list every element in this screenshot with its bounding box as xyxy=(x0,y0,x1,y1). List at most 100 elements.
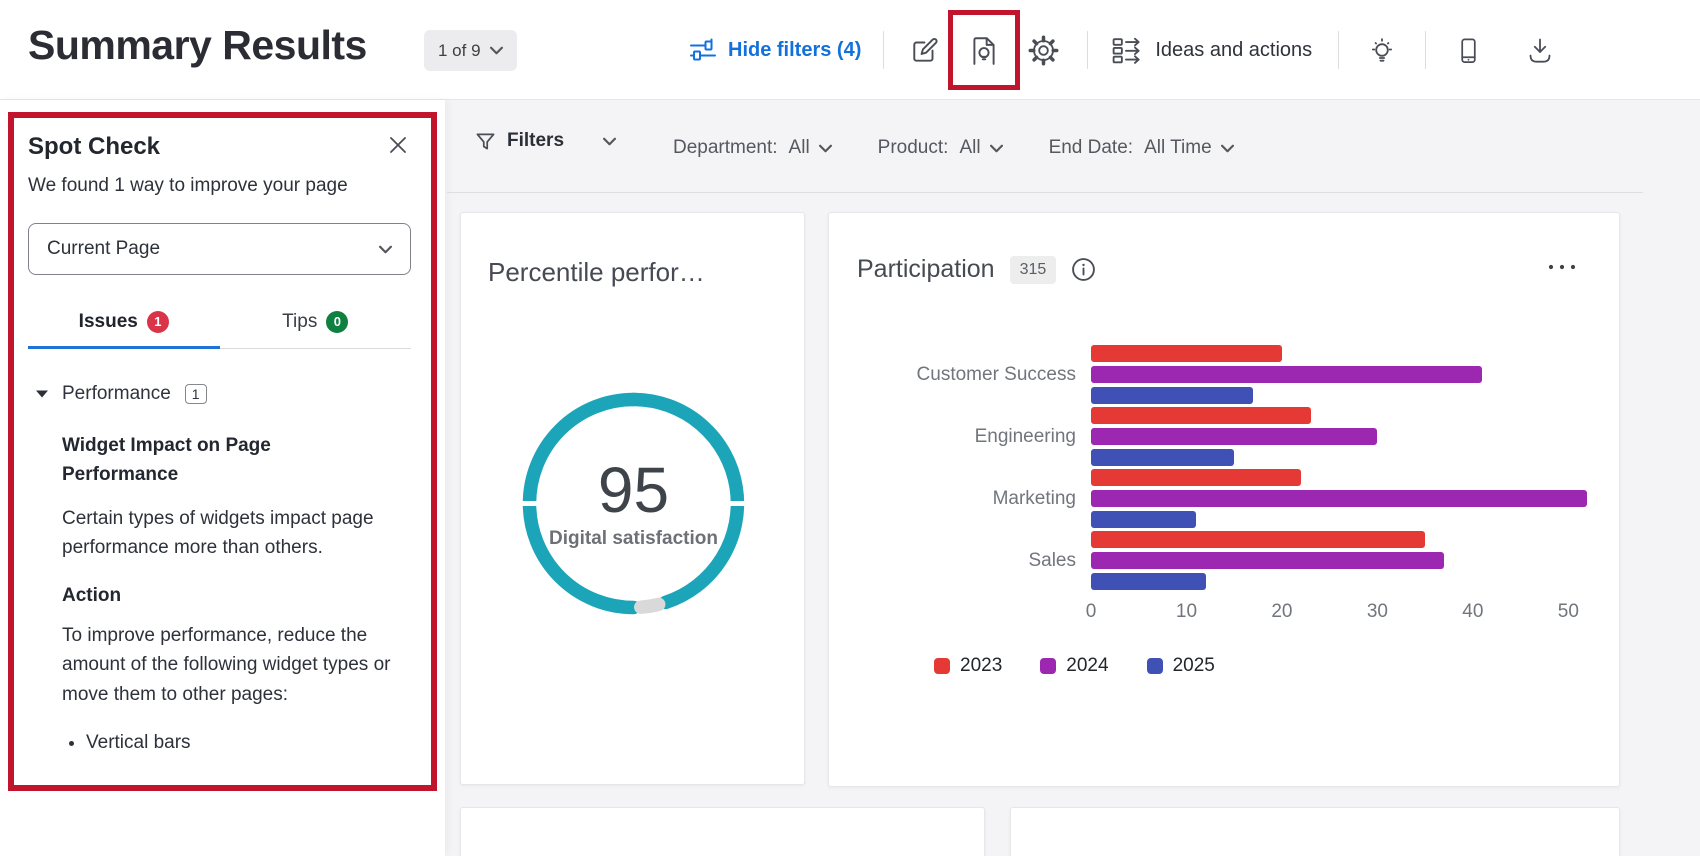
bar-2023[interactable] xyxy=(1091,531,1425,548)
widget-options-button[interactable] xyxy=(1547,259,1577,274)
filter-value: All xyxy=(789,137,810,159)
bar-2025[interactable] xyxy=(1091,573,1206,590)
gauge-svg xyxy=(511,381,756,626)
mobile-preview-button[interactable] xyxy=(1450,32,1487,69)
bar-2024[interactable] xyxy=(1091,490,1587,507)
sliders-icon xyxy=(688,35,718,65)
filter-end-date[interactable]: End Date:All Time xyxy=(1049,137,1234,159)
chevron-down-icon xyxy=(490,46,503,55)
category-label: Sales xyxy=(829,531,1076,590)
spot-check-button-wrap xyxy=(964,30,1004,70)
settings-button[interactable] xyxy=(1024,31,1063,70)
issue-action-item: Vertical bars xyxy=(86,729,411,758)
spot-check-icon xyxy=(968,34,1000,66)
issue-title: Widget Impact on Page Performance xyxy=(62,431,372,490)
legend-label: 2023 xyxy=(960,655,1002,677)
tab-tips-label: Tips xyxy=(282,311,317,333)
legend-label: 2024 xyxy=(1066,655,1108,677)
spot-check-button[interactable] xyxy=(964,30,1004,70)
tab-issues[interactable]: Issues 1 xyxy=(28,297,220,349)
filter-department[interactable]: Department: All xyxy=(673,137,832,159)
performance-section-toggle[interactable]: Performance 1 xyxy=(36,383,207,405)
legend-item[interactable]: 2025 xyxy=(1147,655,1215,677)
performance-count-chip: 1 xyxy=(185,384,207,404)
widget-title: Participation xyxy=(857,255,995,284)
gear-icon xyxy=(1028,35,1059,66)
edit-dashboard-button[interactable] xyxy=(906,31,944,69)
bar-2024[interactable] xyxy=(1091,552,1444,569)
legend-swatch xyxy=(1147,658,1163,674)
bar-2025[interactable] xyxy=(1091,511,1196,528)
bar-2023[interactable] xyxy=(1091,407,1311,424)
divider xyxy=(1338,31,1339,69)
issue-description: Certain types of widgets impact page per… xyxy=(62,504,411,563)
x-tick: 10 xyxy=(1176,601,1197,623)
filter-product[interactable]: Product: All xyxy=(878,137,1003,159)
content-area: Spot Check We found 1 way to improve you… xyxy=(0,100,1700,856)
page-selector-label: 1 of 9 xyxy=(438,41,481,61)
filter-value: All Time xyxy=(1144,137,1212,159)
divider xyxy=(447,192,1643,193)
bar-group: Marketing xyxy=(829,469,1619,528)
x-tick: 0 xyxy=(1086,601,1097,623)
bar-chart-rows: Customer SuccessEngineeringMarketingSale… xyxy=(829,345,1619,593)
export-button[interactable] xyxy=(1521,31,1559,69)
issue-action-list: Vertical bars xyxy=(62,729,411,758)
bar-2023[interactable] xyxy=(1091,469,1301,486)
caret-down-icon xyxy=(36,390,48,398)
gauge: 95 Digital satisfaction xyxy=(511,381,756,626)
chart-legend: 2023 2024 2025 xyxy=(934,655,1215,677)
filter-value: All xyxy=(959,137,980,159)
response-count-badge: 315 xyxy=(1010,256,1057,284)
bar-2024[interactable] xyxy=(1091,366,1482,383)
category-label: Marketing xyxy=(829,469,1076,528)
hide-filters-label: Hide filters (4) xyxy=(728,39,861,62)
bar-2023[interactable] xyxy=(1091,345,1282,362)
close-button[interactable] xyxy=(385,132,411,161)
bar-group: Sales xyxy=(829,531,1619,590)
bar-2024[interactable] xyxy=(1091,428,1377,445)
tips-count-badge: 0 xyxy=(326,311,348,333)
page-selector[interactable]: 1 of 9 xyxy=(424,30,517,71)
bar-stack xyxy=(1091,345,1597,404)
filters-toggle[interactable]: Filters xyxy=(475,130,616,152)
tab-tips[interactable]: Tips 0 xyxy=(220,297,412,349)
ellipsis-icon xyxy=(1547,263,1577,271)
chevron-down-icon xyxy=(1221,144,1234,153)
bar-2025[interactable] xyxy=(1091,449,1234,466)
funnel-icon xyxy=(475,131,496,152)
filter-label: Department: xyxy=(673,137,778,159)
bar-group: Customer Success xyxy=(829,345,1619,404)
legend-item[interactable]: 2023 xyxy=(934,655,1002,677)
bar-stack xyxy=(1091,407,1597,466)
bottom-right-widget xyxy=(1010,807,1620,856)
category-label: Customer Success xyxy=(829,345,1076,404)
info-icon[interactable] xyxy=(1071,257,1096,282)
hide-filters-button[interactable]: Hide filters (4) xyxy=(688,35,861,65)
page-title: Summary Results xyxy=(28,22,367,69)
ideas-actions-button[interactable]: Ideas and actions xyxy=(1110,34,1312,67)
chevron-down-icon xyxy=(990,144,1003,153)
chevron-down-icon xyxy=(603,137,616,146)
issue-action-text: To improve performance, reduce the amoun… xyxy=(62,621,411,709)
bar-group: Engineering xyxy=(829,407,1619,466)
issue-action-label: Action xyxy=(62,585,411,607)
spot-check-panel: Spot Check We found 1 way to improve you… xyxy=(0,100,445,856)
percentile-widget: Percentile perfor… 95 Digital satisfacti… xyxy=(460,212,805,785)
filter-label: Product: xyxy=(878,137,949,159)
filter-chips: Department: All Product: All End Date:All Ti… xyxy=(673,130,1234,166)
bottom-left-widget xyxy=(460,807,985,856)
legend-item[interactable]: 2024 xyxy=(1040,655,1108,677)
bar-stack xyxy=(1091,531,1597,590)
header: Summary Results 1 of 9 Hide filters (4) xyxy=(0,0,1700,100)
bar-2025[interactable] xyxy=(1091,387,1253,404)
filters-label: Filters xyxy=(507,130,564,152)
dashboard-page: Summary Results 1 of 9 Hide filters (4) xyxy=(0,0,1700,856)
insights-lightbulb-button[interactable] xyxy=(1363,31,1401,69)
chevron-down-icon xyxy=(379,245,392,254)
spot-check-title: Spot Check xyxy=(28,133,160,161)
legend-swatch xyxy=(934,658,950,674)
scope-select[interactable]: Current Page xyxy=(28,223,411,275)
edit-icon xyxy=(910,35,940,65)
participation-widget: Participation 315 Customer SuccessEngine… xyxy=(828,212,1620,787)
